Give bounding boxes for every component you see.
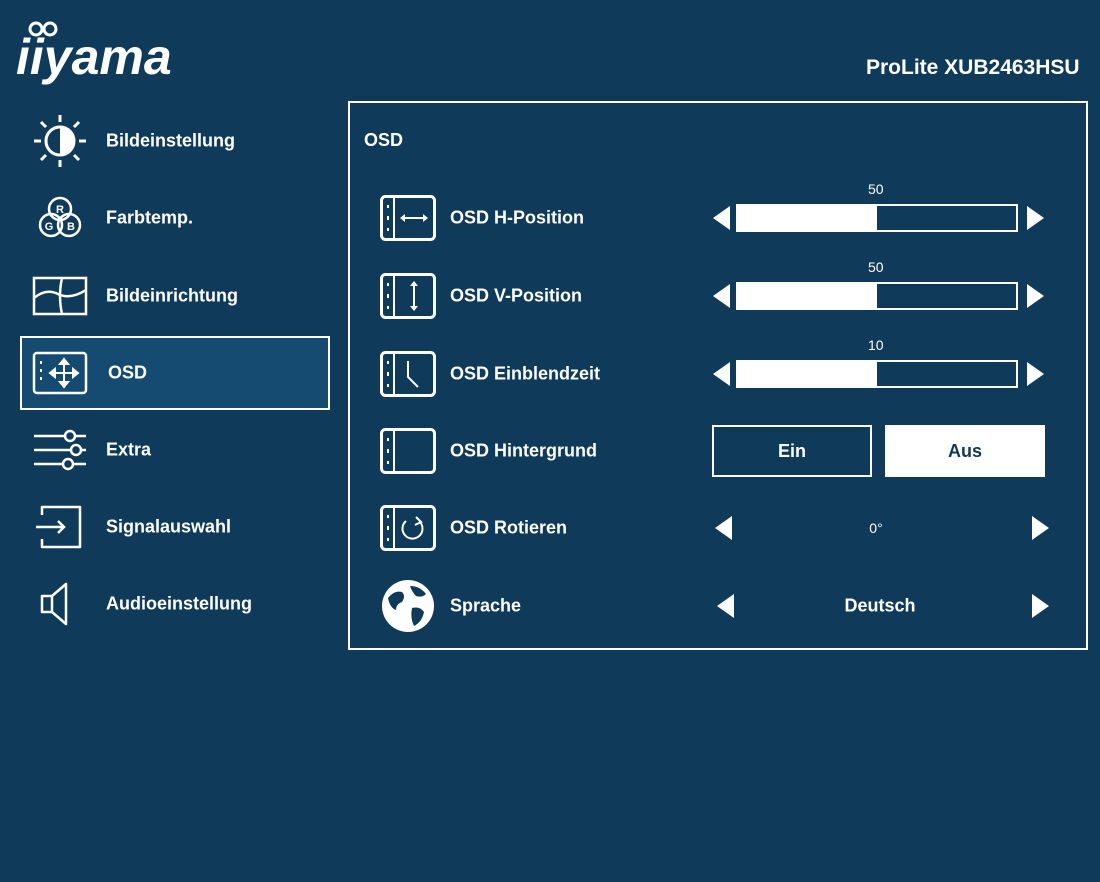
sliders-icon — [34, 429, 86, 471]
sidebar-item-label: Audioeinstellung — [106, 593, 252, 614]
decrease-arrow[interactable] — [713, 206, 730, 230]
sidebar-item-label: Signalauswahl — [106, 516, 232, 537]
decrease-arrow[interactable] — [713, 284, 730, 308]
row-label: Sprache — [450, 595, 522, 616]
sidebar-item-label: Bildeinstellung — [106, 130, 236, 151]
background-icon — [380, 428, 436, 474]
sidebar-item-osd[interactable]: OSD — [20, 336, 330, 410]
panel-title: OSD — [364, 130, 404, 150]
rotate-icon — [380, 505, 436, 551]
sidebar-item-farbtemp[interactable]: R G B Farbtemp. — [20, 181, 330, 255]
increase-arrow[interactable] — [1027, 284, 1044, 308]
row-sprache: Sprache Deutsch — [348, 571, 1088, 641]
row-label: OSD V-Position — [450, 285, 583, 306]
slider-value: 10 — [868, 337, 884, 353]
timeout-icon — [380, 351, 436, 397]
slider-fill — [738, 206, 877, 230]
osd-einblendzeit-slider[interactable] — [736, 360, 1018, 388]
language-value: Deutsch — [844, 595, 916, 616]
row-label: OSD H-Position — [450, 207, 584, 228]
sidebar-item-signalauswahl[interactable]: Signalauswahl — [20, 490, 330, 564]
speaker-icon — [40, 582, 68, 626]
sidebar-item-bildeinstellung[interactable]: Bildeinstellung — [20, 104, 330, 178]
sidebar-item-label: OSD — [108, 362, 148, 383]
osd-h-position-slider[interactable] — [736, 204, 1018, 232]
iiyama-logo: iiyama — [16, 21, 172, 85]
row-label: OSD Hintergrund — [450, 440, 597, 461]
row-osd-hintergrund: OSD Hintergrund Ein Aus — [348, 416, 1088, 486]
rotation-value: 0° — [869, 520, 883, 536]
rgb-color-icon: R G B — [38, 196, 82, 238]
previous-arrow[interactable] — [717, 594, 734, 618]
svg-text:R: R — [56, 204, 64, 216]
row-osd-v-position: OSD V-Position 50 — [348, 259, 1088, 331]
sidebar-item-label: Bildeinrichtung — [106, 285, 238, 306]
globe-icon — [382, 580, 434, 632]
increase-arrow[interactable] — [1027, 362, 1044, 386]
input-source-icon — [36, 505, 82, 549]
row-osd-h-position: OSD H-Position 50 — [348, 181, 1088, 253]
row-osd-einblendzeit: OSD Einblendzeit 10 — [348, 337, 1088, 409]
svg-text:G: G — [45, 221, 54, 233]
model-name: ProLite XUB2463HSU — [866, 56, 1080, 79]
sidebar-item-extra[interactable]: Extra — [20, 413, 330, 487]
option-aus-button[interactable]: Aus — [885, 425, 1045, 477]
svg-text:B: B — [67, 221, 75, 233]
brightness-icon — [34, 115, 86, 167]
svg-text:iiyama: iiyama — [16, 29, 172, 85]
sidebar-item-audioeinstellung[interactable]: Audioeinstellung — [20, 567, 330, 641]
osd-move-icon — [32, 351, 88, 395]
row-label: OSD Rotieren — [450, 517, 568, 538]
slider-fill — [738, 362, 877, 386]
previous-arrow[interactable] — [715, 516, 732, 540]
slider-fill — [738, 284, 877, 308]
sidebar-item-label: Extra — [106, 439, 152, 460]
row-label: OSD Einblendzeit — [450, 363, 601, 384]
h-position-icon — [380, 195, 436, 241]
slider-value: 50 — [868, 259, 884, 275]
osd-v-position-slider[interactable] — [736, 282, 1018, 310]
next-arrow[interactable] — [1032, 516, 1049, 540]
increase-arrow[interactable] — [1027, 206, 1044, 230]
image-setup-icon — [32, 276, 88, 316]
slider-value: 50 — [868, 181, 884, 197]
next-arrow[interactable] — [1032, 594, 1049, 618]
option-ein-button[interactable]: Ein — [712, 425, 872, 477]
v-position-icon — [380, 273, 436, 319]
sidebar-item-bildeinrichtung[interactable]: Bildeinrichtung — [20, 259, 330, 333]
sidebar-item-label: Farbtemp. — [106, 207, 194, 228]
row-osd-rotieren: OSD Rotieren 0° — [348, 493, 1088, 563]
decrease-arrow[interactable] — [713, 362, 730, 386]
